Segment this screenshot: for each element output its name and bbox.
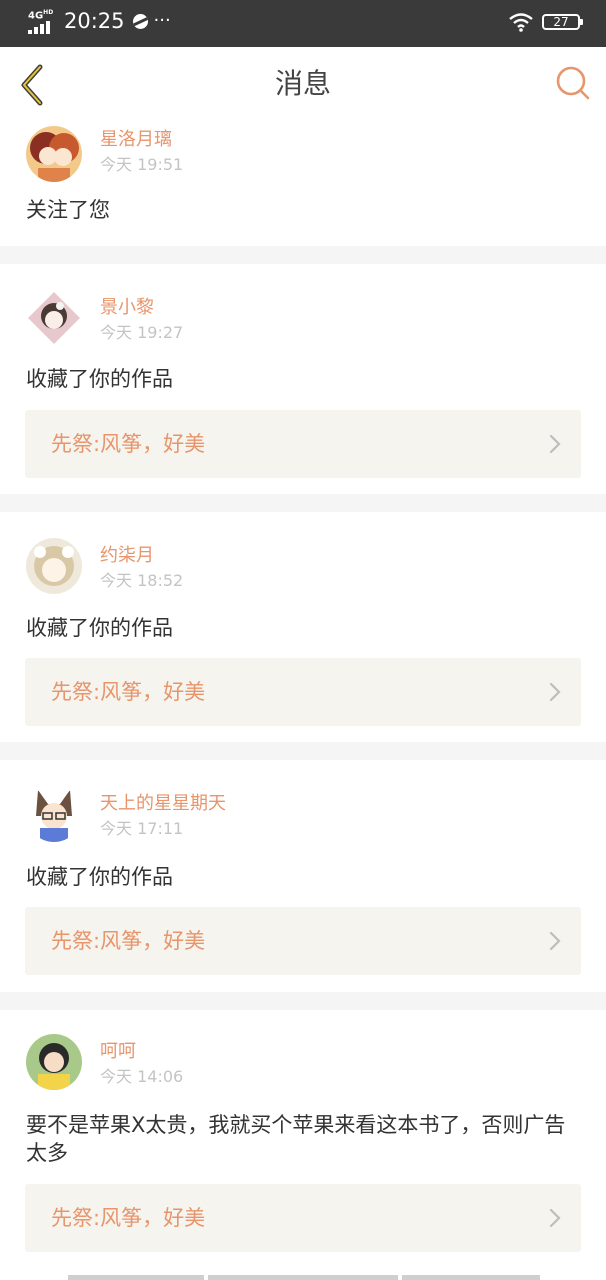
message-card[interactable]: 呵呵 今天 14:06 要不是苹果X太贵，我就买个苹果来看这本书了，否则广告太多…	[0, 1010, 606, 1280]
chevron-right-icon	[549, 434, 561, 454]
message-text: 收藏了你的作品	[26, 367, 173, 391]
page-title: 消息	[274, 67, 331, 100]
username[interactable]: 呵呵	[100, 1040, 136, 1064]
message-card[interactable]: 星洛月璃 今天 19:51 关注了您	[0, 114, 606, 246]
message-text: 收藏了你的作品	[26, 865, 173, 889]
avatar[interactable]	[26, 538, 82, 594]
chevron-right-icon	[549, 931, 561, 951]
notification-app-icon	[132, 13, 148, 29]
username[interactable]: 星洛月璃	[100, 128, 172, 152]
work-link[interactable]: 先祭:风筝，好美	[25, 907, 581, 975]
work-title: 先祭:风筝，好美	[51, 680, 206, 704]
status-left: 4GHD 20:25 ···	[28, 8, 171, 34]
signal-icon: 4GHD	[28, 8, 58, 34]
work-title: 先祭:风筝，好美	[51, 1206, 206, 1230]
more-notifications-icon: ···	[153, 10, 171, 31]
chevron-right-icon	[549, 682, 561, 702]
clock: 20:25	[64, 9, 125, 33]
message-text: 要不是苹果X太贵，我就买个苹果来看这本书了，否则广告太多	[26, 1113, 566, 1165]
timestamp: 今天 19:27	[100, 323, 184, 342]
bottom-scroll-indicator	[68, 1275, 540, 1280]
status-right: 27	[508, 12, 583, 32]
timestamp: 今天 19:51	[100, 155, 184, 174]
avatar[interactable]	[26, 786, 82, 842]
nav-bar: 消息	[0, 47, 606, 122]
work-link[interactable]: 先祭:风筝，好美	[25, 658, 581, 726]
status-bar: 4GHD 20:25 ··· 27	[0, 0, 606, 47]
battery-level: 27	[553, 15, 569, 29]
chevron-right-icon	[549, 1208, 561, 1228]
battery-icon: 27	[542, 14, 583, 30]
message-card[interactable]: 约柒月 今天 18:52 收藏了你的作品 先祭:风筝，好美	[0, 512, 606, 742]
network-hd: HD	[43, 9, 54, 16]
timestamp: 今天 14:06	[100, 1067, 184, 1086]
network-type: 4G	[28, 10, 44, 22]
wifi-icon	[509, 13, 533, 32]
avatar[interactable]	[26, 1034, 82, 1090]
username[interactable]: 天上的星星期天	[100, 792, 226, 816]
timestamp: 今天 18:52	[100, 571, 184, 590]
work-title: 先祭:风筝，好美	[51, 929, 206, 953]
message-card[interactable]: 天上的星星期天 今天 17:11 收藏了你的作品 先祭:风筝，好美	[0, 760, 606, 992]
work-link[interactable]: 先祭:风筝，好美	[25, 410, 581, 478]
message-text: 收藏了你的作品	[26, 616, 173, 640]
avatar[interactable]	[26, 290, 82, 346]
search-icon[interactable]	[554, 64, 592, 102]
timestamp: 今天 17:11	[100, 819, 184, 838]
work-link[interactable]: 先祭:风筝，好美	[25, 1184, 581, 1252]
username[interactable]: 景小黎	[100, 296, 154, 320]
message-card[interactable]: 景小黎 今天 19:27 收藏了你的作品 先祭:风筝，好美	[0, 264, 606, 494]
message-text: 关注了您	[26, 198, 110, 222]
username[interactable]: 约柒月	[100, 544, 154, 568]
work-title: 先祭:风筝，好美	[51, 432, 206, 456]
avatar[interactable]	[26, 126, 82, 182]
